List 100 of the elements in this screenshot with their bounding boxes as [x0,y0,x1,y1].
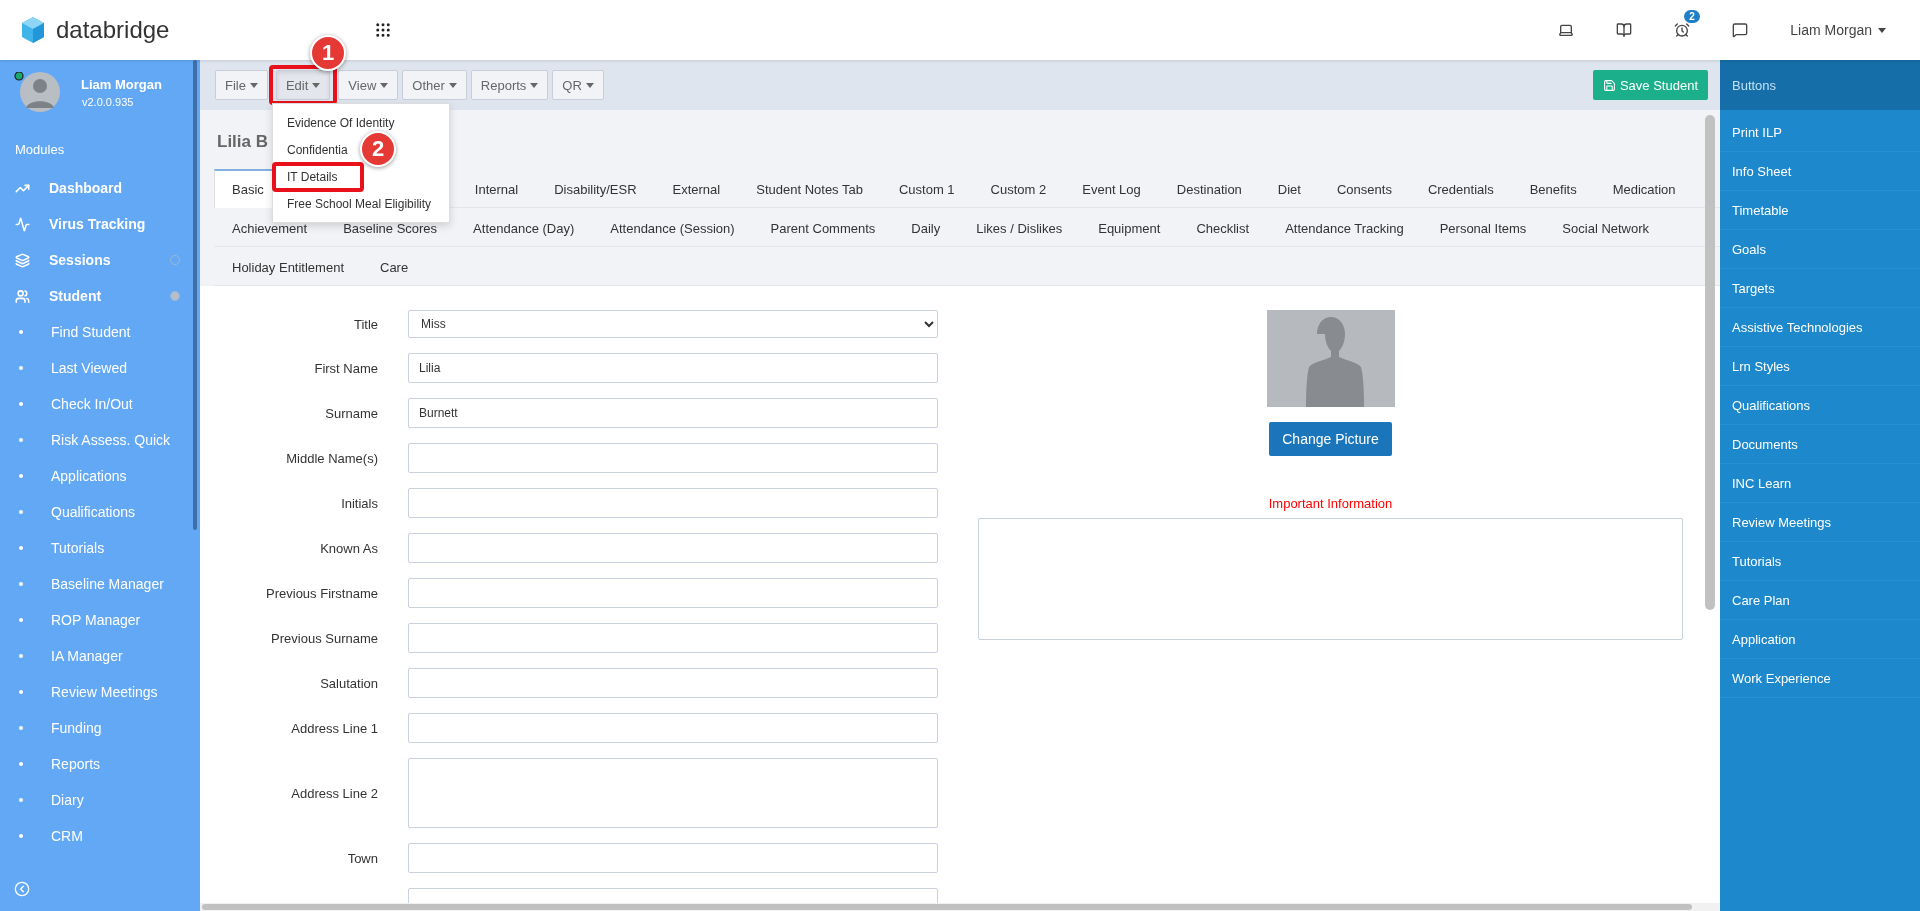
input-field[interactable] [408,533,938,563]
panel-button[interactable]: Application [1720,620,1920,659]
field-label: Salutation [319,675,378,691]
tab[interactable]: Event Log [1064,169,1159,208]
scrollbar[interactable] [202,904,1692,910]
menu-item[interactable]: Confidentia [287,142,348,157]
menu-button[interactable]: View [338,70,399,100]
field-label: Title [352,316,378,332]
panel-button[interactable]: Print ILP [1720,113,1920,152]
apps-grid-icon[interactable] [374,21,393,39]
tab[interactable]: Attendance (Day) [455,208,593,247]
input-field[interactable] [408,668,938,698]
input-field[interactable]: Lilia [408,353,938,383]
book-icon[interactable] [1616,22,1633,38]
panel-button[interactable]: Review Meetings [1720,503,1920,542]
caret-icon [380,82,389,88]
save-button[interactable]: Save Student [1592,70,1708,100]
alarm-clock-icon[interactable] [1674,22,1691,38]
tab[interactable]: External [654,169,739,208]
collapse-icon[interactable] [14,881,30,897]
panel-button[interactable]: Documents [1720,425,1920,464]
important-information-label: Important Information [1268,496,1393,511]
caret-icon [530,82,539,88]
title-select[interactable]: Miss [408,310,938,338]
panel-button[interactable]: Work Experience [1720,659,1920,698]
caret-icon [1878,27,1886,33]
tab[interactable]: Social Network [1544,208,1668,247]
menu-button[interactable]: Reports [470,70,549,100]
tab[interactable]: Custom 1 [880,169,973,208]
field-label: Previous Firstname [265,585,378,601]
tab[interactable]: Equipment [1080,208,1179,247]
input-field[interactable] [408,443,938,473]
field-label: First Name [313,360,378,376]
tab[interactable]: Consents [1318,169,1410,208]
panel-button[interactable]: Care Plan [1720,581,1920,620]
tab[interactable]: Checklist [1178,208,1268,247]
panel-button[interactable]: Qualifications [1720,386,1920,425]
panel-button[interactable]: Tutorials [1720,542,1920,581]
input-field[interactable] [408,758,938,828]
tab[interactable]: Custom 2 [972,169,1065,208]
caret-icon [448,82,457,88]
input-field[interactable]: Burnett [408,398,938,428]
panel-button[interactable]: Targets [1720,269,1920,308]
panel-button[interactable]: INC Learn [1720,464,1920,503]
tab[interactable]: Destination [1158,169,1260,208]
layers-icon [15,252,30,268]
menu-button[interactable]: File [215,70,268,100]
logo-icon [20,16,46,44]
tab[interactable]: Medication [1594,169,1694,208]
field-label: Surname [324,405,378,421]
tab[interactable]: Benefits [1511,169,1595,208]
menu-button[interactable]: Edit [275,70,331,100]
section-label: Modules [14,141,66,159]
tab[interactable]: Attendance Tracking [1267,208,1422,247]
menu-item[interactable]: Evidence Of Identity [287,115,395,130]
menu-button[interactable]: QR [552,70,604,100]
save-icon [1602,78,1616,92]
student-name: Lilia B [217,132,268,152]
version-label: v2.0.0.935 [81,95,135,108]
user-menu[interactable]: Liam Morgan [1790,22,1886,38]
tab[interactable]: Internal [456,169,537,208]
field-label: Town [346,850,378,866]
tab[interactable]: Disability/ESR [536,169,655,208]
panel-button[interactable]: Assistive Technologies [1720,308,1920,347]
tab[interactable]: Likes / Dislikes [958,208,1081,247]
caret-icon [312,82,321,88]
brand-name: databridge [56,16,170,44]
menu-button[interactable]: Other [402,70,467,100]
field-label: Initials [340,495,378,511]
tab[interactable]: Diet [1259,169,1319,208]
panel-button[interactable]: Timetable [1720,191,1920,230]
change-picture-button[interactable]: Change Picture [1269,422,1392,456]
scrollbar[interactable] [1705,115,1715,610]
caret-icon [249,82,258,88]
tab[interactable]: Parent Comments [752,208,894,247]
panel-button[interactable]: Lrn Styles [1720,347,1920,386]
field-label: Previous Surname [270,630,378,646]
input-field[interactable] [408,623,938,653]
input-field[interactable] [408,488,938,518]
panel-button[interactable]: Info Sheet [1720,152,1920,191]
chat-icon[interactable] [1732,22,1749,38]
panel-button[interactable]: Goals [1720,230,1920,269]
tab[interactable]: Personal Items [1421,208,1545,247]
input-field[interactable] [408,843,938,873]
important-information-field[interactable] [978,518,1683,640]
tab[interactable]: Attendance (Session) [592,208,753,247]
tab[interactable]: Daily [893,208,959,247]
input-field[interactable] [408,713,938,743]
panel-title: Buttons [1720,60,1920,110]
tab[interactable]: Achievement [214,208,326,247]
tab[interactable]: Student Notes Tab [738,169,881,208]
laptop-icon[interactable] [1558,22,1575,38]
pulse-icon [15,216,30,232]
input-field[interactable] [408,578,938,608]
caret-icon [585,82,594,88]
tab[interactable]: Holiday Entitlement [214,247,362,286]
tab[interactable]: Care [362,247,427,286]
menu-item[interactable]: IT Details [287,169,338,184]
menu-item[interactable]: Free School Meal Eligibility [287,196,432,211]
tab[interactable]: Credentials [1409,169,1512,208]
